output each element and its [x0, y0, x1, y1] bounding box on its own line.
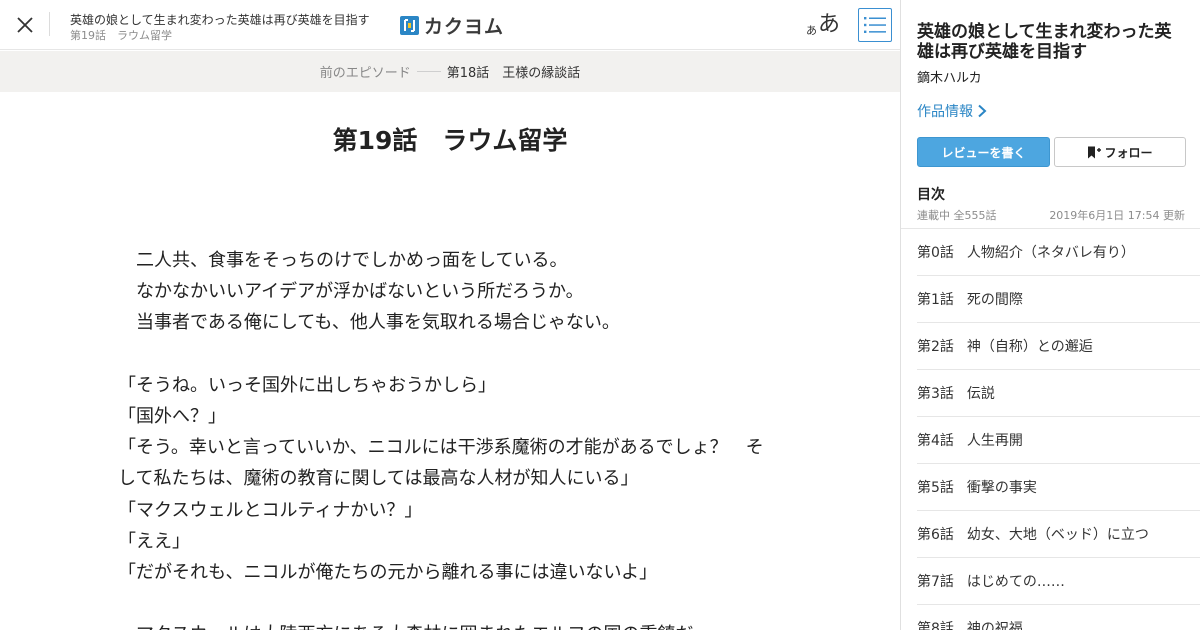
header-episode-subtitle: 第19話 ラウム留学 [70, 29, 172, 42]
previous-episode-title: 第18話 王様の縁談話 [446, 66, 581, 81]
previous-episode-divider [416, 71, 441, 72]
episode-list-item[interactable]: 第1話 死の間際 [917, 276, 1200, 323]
reader-header: 英雄の娘として生まれ変わった英雄は再び英雄を目指す 第19話 ラウム留学 カクヨ… [0, 0, 900, 50]
episode-list-title: 神（自称）との邂逅 [966, 339, 1093, 355]
toc-toggle-button[interactable] [858, 8, 892, 42]
episode-list-item[interactable]: 第0話 人物紹介（ネタバレ有り） [917, 229, 1200, 276]
kakuyomu-logo[interactable]: カクヨム [400, 13, 505, 38]
episode-number: 第8話 [917, 621, 954, 630]
body-paragraph: して私たちは、魔術の教育に関しては最高な人材が知人にいる」 [118, 468, 639, 490]
episode-list-item[interactable]: 第2話 神（自称）との邂逅 [917, 323, 1200, 370]
body-paragraph: 「マクスウェルとコルティナかい？」 [118, 499, 423, 521]
sidebar-author[interactable]: 鏑木ハルカ [917, 67, 982, 86]
episode-number: 第2話 [917, 339, 954, 355]
episode-list-item[interactable]: 第6話 幼女、大地（ベッド）に立つ [917, 511, 1200, 558]
body-paragraph: 「だがそれも、ニコルが俺たちの元から離れる事には違いないよ」 [118, 562, 658, 584]
close-icon [17, 17, 33, 33]
body-paragraph: なかなかいいアイデアが浮かばないという所だろうか。 [118, 281, 584, 303]
previous-episode-label: 前のエピソード [319, 66, 411, 81]
toc-heading: 目次 [917, 187, 945, 203]
reader-main: 英雄の娘として生まれ変わった英雄は再び英雄を目指す 第19話 ラウム留学 カクヨ… [0, 0, 900, 630]
body-paragraph: 「ええ」 [118, 530, 190, 552]
episode-list-item[interactable]: 第4話 人生再開 [917, 417, 1200, 464]
bookmark-plus-icon [1088, 146, 1102, 158]
episode-number: 第7話 [917, 574, 954, 590]
episode-list: 第0話 人物紹介（ネタバレ有り） 第1話 死の間際 第2話 神（自称）との邂逅 第3話… [917, 229, 1200, 630]
follow-label: フォロー [1104, 145, 1153, 160]
episode-list-title: 人生再開 [966, 433, 1023, 449]
episode-list-item[interactable]: 第8話 神の祝福 [917, 605, 1200, 630]
serial-status: 連載中 全555話 [917, 209, 997, 222]
episode-list-title: 死の間際 [966, 292, 1023, 308]
list-icon [864, 17, 886, 33]
sidebar-work-title[interactable]: 英雄の娘として生まれ変わった英雄は再び英雄を目指す [917, 22, 1185, 62]
font-size-large-glyph: あ [818, 12, 841, 37]
body-paragraph [118, 588, 778, 619]
follow-button[interactable]: フォロー [1054, 137, 1186, 167]
episode-list-item[interactable]: 第3話 伝説 [917, 370, 1200, 417]
episode-number: 第6話 [917, 527, 954, 543]
body-paragraph [118, 339, 778, 370]
episode-list-item[interactable]: 第7話 はじめての…… [917, 558, 1200, 605]
toc-sidebar: 英雄の娘として生まれ変わった英雄は再び英雄を目指す 鏑木ハルカ 作品情報 レビュ… [900, 0, 1200, 630]
header-divider [49, 12, 50, 36]
episode-number: 第5話 [917, 480, 954, 496]
episode-list-title: 神の祝福 [966, 621, 1023, 630]
episode-list-title: 衝撃の事実 [966, 480, 1037, 496]
body-paragraph: マクスウェルは大陸西方にある大森林に囲まれたエルフの国の重鎮だ。 [118, 619, 778, 630]
body-paragraph: 二人共、食事をそっちのけでしかめっ面をしている。 [118, 250, 568, 271]
close-button[interactable] [10, 10, 40, 40]
body-paragraph: 「そう。幸いと言っていいか、ニコルには干渉系魔術の才能があるでしょ？ そ [118, 437, 764, 459]
kakuyomu-logo-icon [400, 15, 419, 35]
chevron-right-icon [978, 104, 987, 118]
episode-list-item[interactable]: 第5話 衝撃の事実 [917, 464, 1200, 511]
font-size-button[interactable]: あ あ [806, 8, 840, 38]
body-paragraph: 当事者である俺にしても、他人事を気取れる場合じゃない。 [118, 312, 620, 334]
episode-list-title: 人物紹介（ネタバレ有り） [966, 245, 1135, 261]
header-work-title[interactable]: 英雄の娘として生まれ変わった英雄は再び英雄を目指す [70, 11, 370, 28]
work-info-link[interactable]: 作品情報 [917, 101, 987, 121]
body-paragraph: 「そうね。いっそ国外に出しちゃおうかしら」 [118, 374, 496, 396]
episode-body: 二人共、食事をそっちのけでしかめっ面をしている。 なかなかいいアイデアが浮かばな… [118, 245, 778, 630]
previous-episode-link[interactable]: 前のエピソード 第18話 王様の縁談話 [0, 51, 900, 92]
episode-number: 第1話 [917, 292, 954, 308]
episode-number: 第3話 [917, 386, 954, 402]
episode-list-title: はじめての…… [966, 574, 1065, 590]
episode-number: 第4話 [917, 433, 954, 449]
episode-list-title: 伝説 [966, 386, 995, 402]
episode-title: 第19話 ラウム留学 [332, 126, 568, 155]
last-updated: 2019年6月1日 17:54 更新 [1049, 209, 1185, 222]
font-size-small-glyph: あ [806, 24, 817, 37]
write-review-button[interactable]: レビューを書く [917, 137, 1050, 167]
episode-list-title: 幼女、大地（ベッド）に立つ [966, 527, 1149, 543]
body-paragraph: 「国外へ？」 [118, 406, 226, 427]
work-info-label: 作品情報 [917, 104, 973, 120]
episode-number: 第0話 [917, 245, 954, 261]
logo-text: カクヨム [424, 15, 505, 38]
